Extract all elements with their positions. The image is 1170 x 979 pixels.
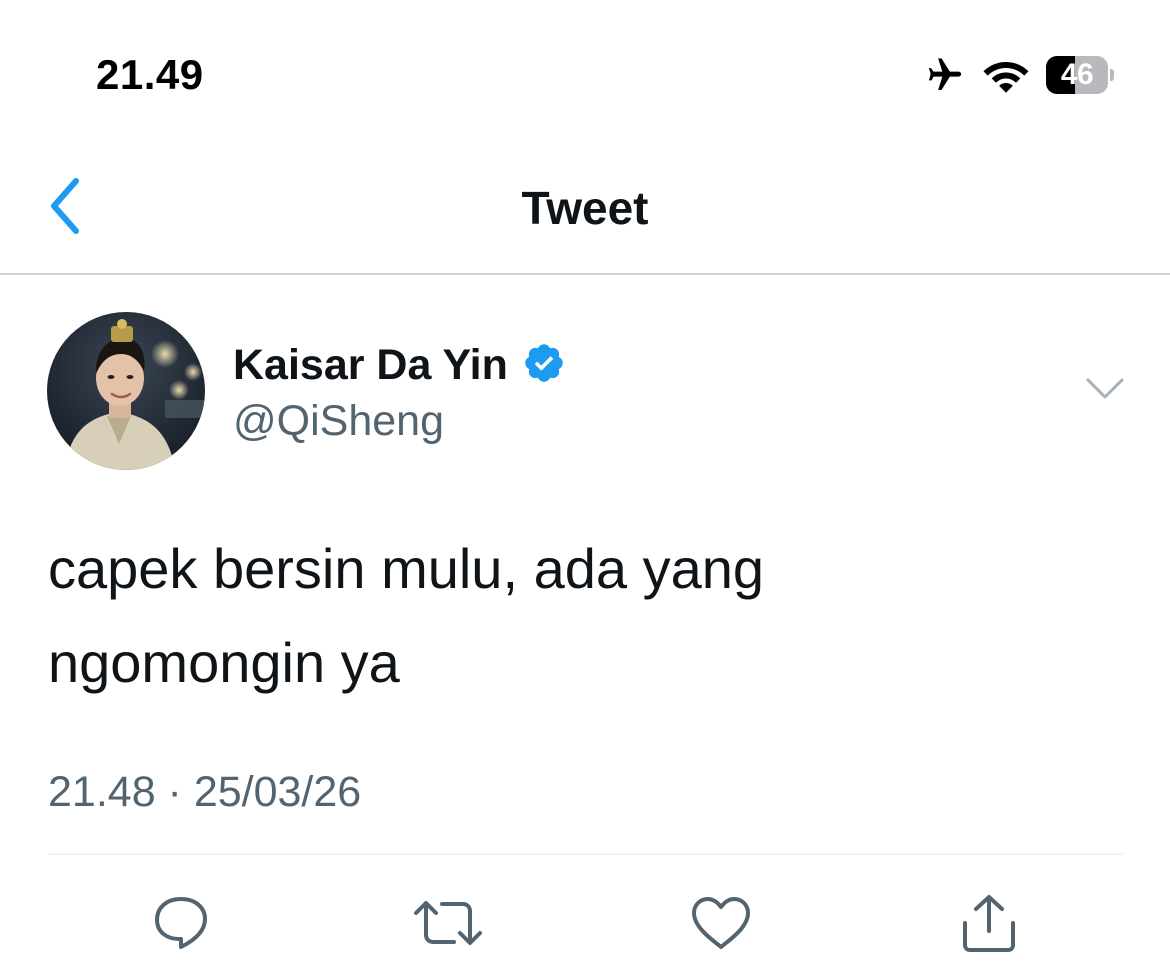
like-button[interactable]	[688, 890, 754, 956]
avatar[interactable]	[47, 312, 205, 470]
retweet-button[interactable]	[412, 890, 484, 956]
share-icon	[958, 893, 1020, 953]
tweet-text: capek bersin mulu, ada yang ngomongin ya	[48, 537, 764, 694]
heart-icon	[690, 895, 752, 951]
airplane-icon	[922, 55, 966, 95]
author-handle[interactable]: @QiSheng	[233, 394, 444, 448]
display-name[interactable]: Kaisar Da Yin	[233, 338, 508, 392]
retweet-icon	[412, 895, 484, 951]
reply-icon	[151, 895, 211, 951]
meta-divider	[48, 853, 1123, 855]
battery-body: 46	[1046, 56, 1109, 94]
nav-divider	[0, 273, 1170, 275]
chevron-down-icon	[1085, 377, 1125, 406]
status-time: 21.49	[96, 51, 204, 98]
verified-badge-icon	[522, 341, 566, 390]
battery-cap	[1110, 69, 1114, 81]
battery-level: 46	[1060, 58, 1094, 91]
tweet-timestamp[interactable]: 21.48 · 25/03/26	[48, 765, 361, 819]
reply-button[interactable]	[148, 890, 214, 956]
tweet-menu-button[interactable]	[1084, 374, 1126, 408]
status-icons: 46	[922, 52, 1114, 98]
author-row[interactable]: Kaisar Da Yin	[233, 338, 566, 392]
share-button[interactable]	[956, 890, 1022, 956]
battery-icon: 46	[1046, 56, 1114, 94]
page-title: Tweet	[521, 182, 649, 234]
wifi-icon	[982, 56, 1030, 94]
